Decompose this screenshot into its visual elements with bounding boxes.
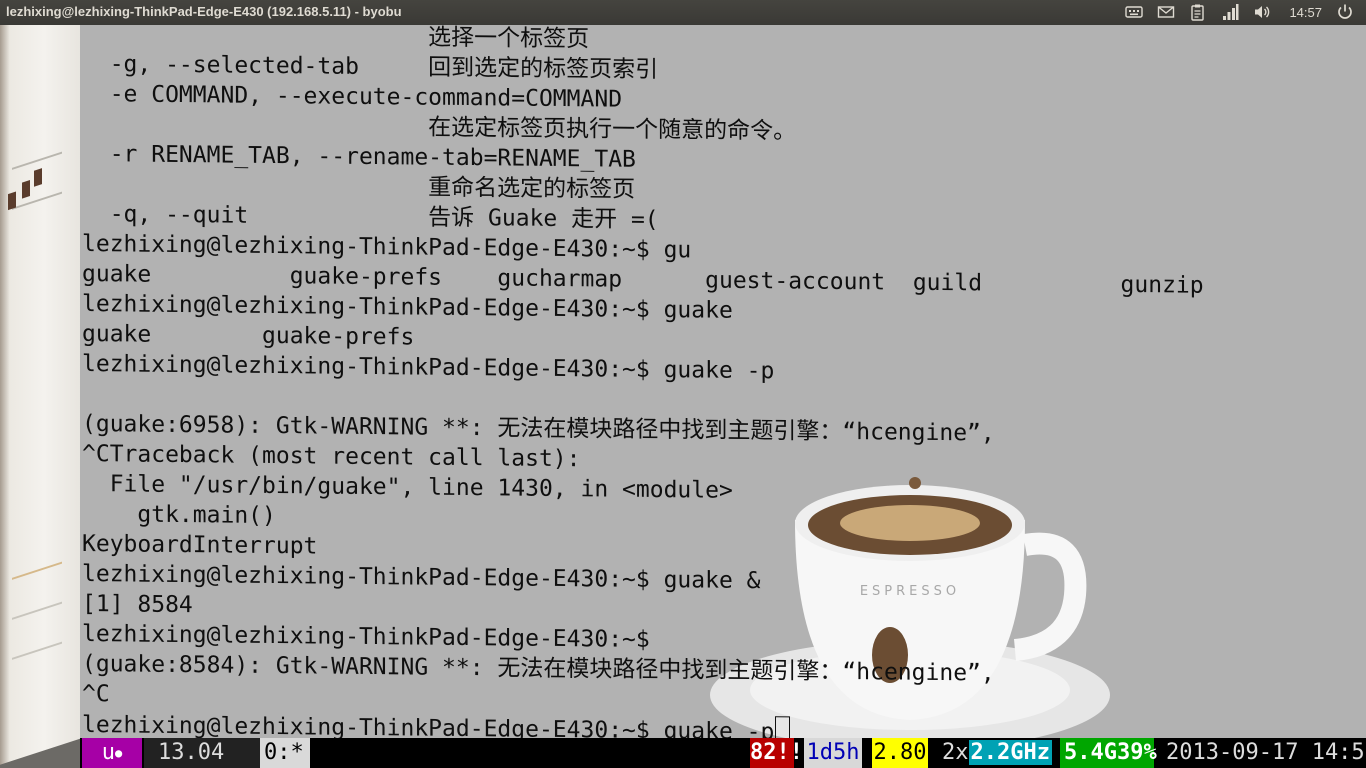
prompt-text: lezhixing@lezhixing-ThinkPad-Edge-E430:~…	[82, 712, 775, 738]
release-version: 13.04	[144, 738, 260, 768]
clock[interactable]: 14:57	[1289, 5, 1322, 20]
clipboard-icon[interactable]	[1189, 3, 1207, 21]
date-time: 2013-09-17 14:57	[1166, 740, 1366, 765]
terminal-cursor	[775, 716, 791, 738]
uptime: 1d5h	[804, 738, 862, 768]
cpu-count: 2x	[942, 740, 969, 765]
volume-icon[interactable]	[1253, 3, 1271, 21]
window-indicator[interactable]: 0:*	[260, 738, 310, 768]
rotated-window	[0, 25, 80, 768]
power-icon[interactable]	[1336, 3, 1354, 21]
terminal-output: 选择一个标签页 -g, --selected-tab 回到选定的标签页索引 -e…	[82, 25, 1204, 738]
byobu-status-bar: u● 13.04 0:* 82!! 1d5h 2.80 2x2.2GHz 5.4…	[80, 738, 1366, 768]
load-average: 2.80	[872, 738, 928, 768]
cpu-info: 2x2.2GHz	[936, 738, 1052, 768]
byobu-logo: u●	[82, 738, 142, 768]
cpu-frequency: 2.2GHz	[968, 740, 1052, 765]
updates-available: 82!!	[750, 738, 803, 768]
network-signal-icon[interactable]	[1221, 3, 1239, 21]
keyboard-icon[interactable]	[1125, 3, 1144, 21]
mail-icon[interactable]	[1157, 3, 1175, 21]
window-title: lezhixing@lezhixing-ThinkPad-Edge-E430 (…	[6, 4, 402, 19]
top-panel: lezhixing@lezhixing-ThinkPad-Edge-E430 (…	[0, 0, 1366, 25]
terminal-window[interactable]: ESPRESSO 选择一个标签页 -g, --selected-tab 回到选定…	[80, 25, 1366, 738]
background-window-fragment	[0, 25, 80, 768]
memory-usage: 5.4G39%	[1060, 738, 1157, 768]
indicator-area: 14:57	[1125, 3, 1354, 21]
